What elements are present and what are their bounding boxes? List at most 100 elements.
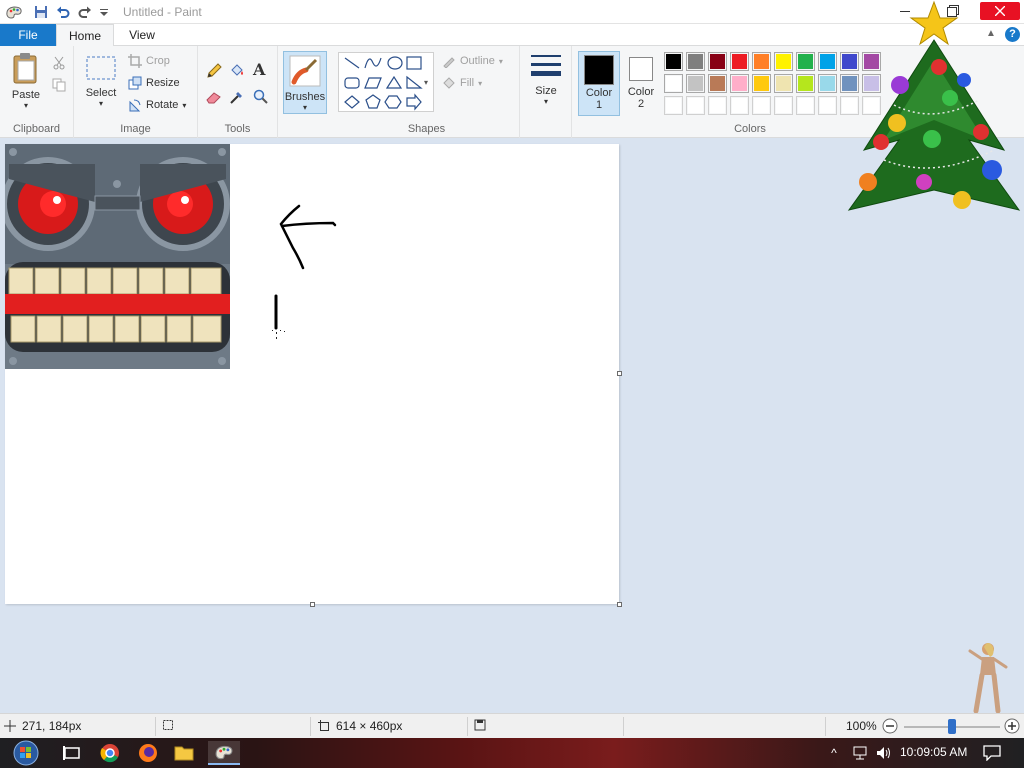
palette-swatch[interactable] — [664, 52, 683, 71]
fill-shape-button[interactable]: Fill ▾ — [442, 74, 482, 92]
palette-swatch[interactable] — [796, 74, 815, 93]
file-explorer-icon[interactable] — [172, 741, 196, 765]
rotate-label: Rotate — [146, 99, 179, 111]
copy-button[interactable] — [52, 76, 66, 94]
volume-icon[interactable] — [872, 741, 896, 765]
outline-label: Outline — [460, 55, 495, 67]
size-button[interactable]: Size ▾ — [526, 52, 566, 114]
image-dimensions: 614 × 460px — [318, 719, 402, 733]
palette-swatch[interactable] — [686, 74, 705, 93]
palette-swatch[interactable] — [730, 96, 749, 115]
eraser-button[interactable] — [206, 88, 222, 106]
zoom-slider[interactable] — [904, 719, 1000, 734]
zoom-out-button[interactable] — [882, 718, 898, 734]
color1-button[interactable]: Color 1 — [578, 51, 620, 116]
customize-quick-access-icon[interactable] — [97, 3, 111, 21]
resize-handle-bottom[interactable] — [310, 602, 315, 607]
palette-swatch[interactable] — [752, 96, 771, 115]
redo-icon[interactable] — [76, 3, 94, 21]
notifications-icon[interactable] — [980, 741, 1004, 765]
palette-swatch[interactable] — [752, 52, 771, 71]
fill-button[interactable] — [229, 62, 245, 80]
palette-swatch[interactable] — [796, 96, 815, 115]
tools-group-label: Tools — [224, 123, 251, 135]
palette-swatch[interactable] — [774, 52, 793, 71]
chevron-down-icon[interactable]: ▾ — [424, 78, 428, 87]
chrome-icon[interactable] — [98, 741, 122, 765]
palette-swatch[interactable] — [818, 74, 837, 93]
zoom-in-icon — [1004, 718, 1020, 734]
palette-swatch[interactable] — [818, 96, 837, 115]
drawing-canvas[interactable] — [5, 144, 622, 607]
tab-home[interactable]: Home — [56, 24, 114, 47]
crop-button[interactable]: Crop — [128, 52, 170, 70]
chevron-up-icon[interactable]: ^ — [824, 741, 844, 765]
color2-button[interactable]: Color 2 — [622, 51, 660, 116]
diamond-shape-icon — [344, 95, 360, 109]
selection-icon — [163, 720, 173, 730]
paint-taskbar-icon[interactable] — [208, 741, 240, 765]
palette-swatch[interactable] — [774, 96, 793, 115]
clock[interactable]: 10:09:05 AM — [900, 745, 967, 759]
palette-swatch[interactable] — [796, 52, 815, 71]
size-label: Size — [535, 85, 557, 97]
select-button[interactable]: Select ▾ — [82, 54, 120, 114]
shapes-group-label: Shapes — [407, 123, 446, 135]
save-icon[interactable] — [32, 3, 50, 21]
start-button[interactable] — [8, 740, 44, 766]
zoom-in-button[interactable] — [1004, 718, 1020, 734]
file-size — [474, 719, 486, 731]
zoom-slider-thumb[interactable] — [948, 719, 956, 734]
brushes-button[interactable]: Brushes ▾ — [283, 51, 327, 114]
tab-view[interactable]: View — [116, 24, 168, 46]
palette-swatch[interactable] — [730, 52, 749, 71]
color-picker-button[interactable] — [229, 88, 245, 106]
palette-swatch[interactable] — [774, 74, 793, 93]
freehand-drawing — [272, 204, 337, 339]
palette-swatch[interactable] — [708, 52, 727, 71]
palette-swatch[interactable] — [708, 96, 727, 115]
color2-number: 2 — [637, 98, 645, 110]
paste-button[interactable]: Paste ▾ — [6, 52, 46, 112]
palette-swatch[interactable] — [730, 74, 749, 93]
task-view-icon[interactable] — [60, 741, 84, 765]
paint-app-icon[interactable] — [4, 3, 24, 21]
chevron-down-icon: ▾ — [23, 101, 28, 110]
firefox-icon[interactable] — [136, 741, 160, 765]
oval-shape-icon — [387, 56, 403, 70]
chevron-down-icon: ▾ — [543, 97, 548, 106]
outline-pen-icon — [443, 57, 455, 68]
resize-button[interactable]: Resize — [128, 74, 180, 92]
pencil-button[interactable] — [206, 62, 222, 80]
crop-icon — [128, 54, 142, 68]
cursor-position: 271, 184px — [4, 719, 81, 733]
resize-icon — [128, 76, 142, 90]
zoom-out-icon — [882, 718, 898, 734]
cut-button[interactable] — [52, 54, 66, 72]
palette-swatch[interactable] — [686, 52, 705, 71]
image-size-text: 614 × 460px — [336, 719, 403, 733]
palette-swatch[interactable] — [664, 96, 683, 115]
outline-button[interactable]: Outline ▾ — [442, 52, 503, 70]
palette-swatch[interactable] — [708, 74, 727, 93]
magnifier-button[interactable] — [253, 88, 269, 106]
pentagon-shape-icon — [365, 94, 381, 109]
shapes-gallery[interactable] — [338, 52, 434, 112]
rotate-button[interactable]: Rotate ▾ — [128, 96, 186, 114]
palette-swatch[interactable] — [818, 52, 837, 71]
image-group-label: Image — [120, 123, 151, 135]
tab-file[interactable]: File — [0, 24, 56, 46]
text-icon[interactable]: A — [253, 60, 265, 79]
move-cursor-icon — [4, 720, 16, 732]
network-icon[interactable] — [848, 741, 872, 765]
resize-handle-right[interactable] — [617, 371, 622, 376]
resize-label: Resize — [146, 77, 180, 89]
color1-number: 1 — [595, 99, 603, 111]
undo-icon[interactable] — [54, 3, 72, 21]
palette-swatch[interactable] — [686, 96, 705, 115]
palette-swatch[interactable] — [752, 74, 771, 93]
palette-swatch[interactable] — [664, 74, 683, 93]
resize-handle-corner[interactable] — [617, 602, 622, 607]
arrow-shape-icon — [406, 93, 422, 111]
rounded-rectangle-icon — [344, 77, 360, 89]
